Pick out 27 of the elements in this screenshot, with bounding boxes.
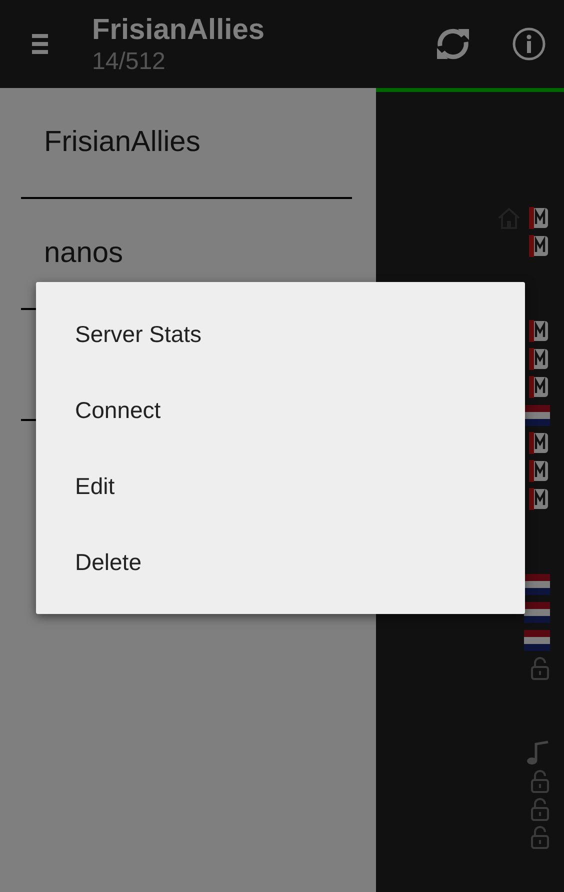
drawer-item[interactable]: nanos bbox=[44, 237, 124, 270]
padlock-icon bbox=[530, 656, 550, 680]
m-badge-icon bbox=[528, 459, 550, 483]
flag-icon bbox=[524, 602, 550, 622]
menu-item[interactable]: Delete bbox=[36, 524, 525, 600]
music-note-icon bbox=[526, 740, 550, 766]
menu-item[interactable]: Server Stats bbox=[36, 296, 525, 372]
flag-icon bbox=[524, 630, 550, 650]
m-badge-icon bbox=[528, 234, 550, 258]
server-count: 14/512 bbox=[92, 47, 166, 77]
m-badge-icon bbox=[528, 206, 550, 230]
m-badge-icon bbox=[528, 375, 550, 399]
m-badge-icon bbox=[528, 487, 550, 511]
app-title: FrisianAllies bbox=[92, 13, 266, 47]
padlock-icon bbox=[530, 797, 550, 821]
flag-icon bbox=[524, 404, 550, 426]
menu-item[interactable]: Edit bbox=[36, 448, 525, 524]
padlock-icon bbox=[530, 825, 550, 849]
m-badge-icon bbox=[528, 347, 550, 371]
padlock-icon bbox=[530, 769, 550, 793]
m-badge-icon bbox=[528, 319, 550, 343]
drawer-item[interactable]: FrisianAllies bbox=[44, 126, 200, 159]
info-icon bbox=[512, 27, 546, 61]
flag-icon bbox=[524, 574, 550, 594]
m-badge-icon bbox=[528, 431, 550, 455]
menu-icon bbox=[32, 32, 48, 56]
menu-item[interactable]: Connect bbox=[36, 372, 525, 448]
